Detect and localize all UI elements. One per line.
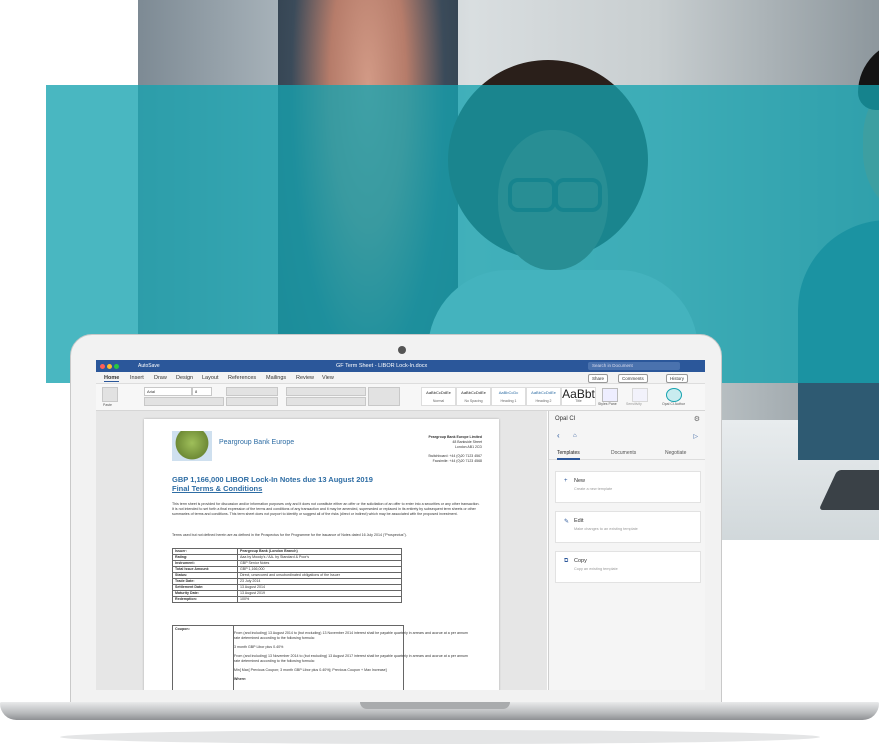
tab-templates[interactable]: Templates [557,450,580,460]
font-size-select[interactable]: 8 [192,387,212,396]
coupon-text: From (and including) 13 August 2014 to (… [234,631,468,681]
tree-logo [172,431,212,461]
opal-ci-pane: Opal CI ⚙ ‹ ⌂ ▷ Templates Documents Nego… [548,411,705,690]
share-button[interactable]: Share [588,374,609,383]
minimize-window-icon[interactable] [107,364,112,369]
document-canvas: Peargroup Bank Europe Peargroup Bank Eur… [96,411,547,690]
tab-view[interactable]: View [322,375,334,381]
pencil-icon: ✎ [564,519,570,525]
home-icon[interactable]: ⌂ [573,433,577,439]
table-row: Redemption: 100% [172,596,402,603]
opal-author-label: Opal CI Author [662,402,685,406]
plus-icon: + [564,478,568,484]
maximize-window-icon[interactable] [114,364,119,369]
search-input[interactable]: Search in Document [588,362,680,370]
document-heading: GBP 1,166,000 LIBOR Lock-In Notes due 13… [172,475,373,493]
tab-design[interactable]: Design [176,375,193,381]
close-window-icon[interactable] [100,364,105,369]
style-heading-2[interactable]: AaBbCcDdEe Heading 2 [526,387,561,406]
highlight-buttons[interactable] [226,397,278,406]
tab-mailings[interactable]: Mailings [266,375,286,381]
style-title[interactable]: AaBbt Title [561,387,596,406]
bank-name: Peargroup Bank Europe [219,439,295,446]
title-bar: AutoSave GF Term Sheet - LIBOR Lock-In.d… [96,360,705,372]
camera-icon [398,346,406,354]
comments-button[interactable]: Comments [618,374,648,383]
copy-icon: ⧉ [564,558,569,564]
intro-paragraph: This term sheet is provided for discussi… [172,502,480,516]
expand-icon[interactable]: ▷ [693,433,698,440]
gear-icon[interactable]: ⚙ [694,415,700,423]
back-icon[interactable]: ‹ [557,431,560,440]
alignment-buttons[interactable] [286,397,366,406]
tab-negotiate[interactable]: Negotiate [665,450,686,456]
font-format-buttons[interactable] [144,397,224,406]
opal-author-icon[interactable] [666,388,682,402]
laptop-base [0,700,879,748]
terms-table: Issuer: Peargroup Bank (London Branch) Ra… [172,548,402,603]
sensitivity-icon[interactable] [632,388,648,402]
style-normal[interactable]: AaBbCcDdEe Normal [421,387,456,406]
list-buttons[interactable] [286,387,366,396]
tab-review[interactable]: Review [296,375,314,381]
font-color-buttons[interactable] [226,387,278,396]
history-button[interactable]: History [666,374,689,383]
edit-template-card[interactable]: ✎ Edit Make changes to an existing templ… [555,511,701,543]
style-no-spacing[interactable]: AaBbCcDdEe No Spacing [456,387,491,406]
coupon-label: Coupon: [175,627,190,631]
paste-label: Paste [103,403,112,407]
tab-references[interactable]: References [228,375,256,381]
font-name-select[interactable]: Arial [144,387,192,396]
ribbon-tabs: Home Insert Draw Design Layout Reference… [96,372,705,384]
laptop-screen: AutoSave GF Term Sheet - LIBOR Lock-In.d… [96,360,705,690]
tab-layout[interactable]: Layout [202,375,219,381]
copy-template-card[interactable]: ⧉ Copy Copy an existing template [555,551,701,583]
pane-title: Opal CI [555,416,576,422]
tab-documents[interactable]: Documents [611,450,636,456]
tab-home[interactable]: Home [104,375,120,382]
new-template-card[interactable]: + New Create a new template [555,471,701,503]
tab-insert[interactable]: Insert [130,375,144,381]
styles-pane-icon[interactable] [602,388,618,402]
paste-icon[interactable] [102,387,118,402]
laptop-notch [360,702,510,709]
document-page[interactable]: Peargroup Bank Europe Peargroup Bank Eur… [144,419,499,690]
paragraph-buttons[interactable] [368,387,400,406]
tab-draw[interactable]: Draw [154,375,167,381]
defined-terms-paragraph: Terms used but not defined herein are as… [172,533,407,537]
sensitivity-label: Sensitivity [626,402,642,406]
autosave-toggle[interactable]: AutoSave [138,363,160,369]
ribbon-toolbar: Paste Arial 8 AaBbCcDdEe Normal AaBbCcDdE… [96,384,705,411]
styles-pane-label: Styles Pane [598,402,617,406]
window-title: GF Term Sheet - LIBOR Lock-In.docx [336,363,428,369]
style-heading-1[interactable]: AaBbCcDc Heading 1 [491,387,526,406]
pane-tabs: Templates Documents Negotiate [549,447,705,460]
bank-address: Peargroup Bank Europe Limited 48 Banksid… [428,435,482,463]
